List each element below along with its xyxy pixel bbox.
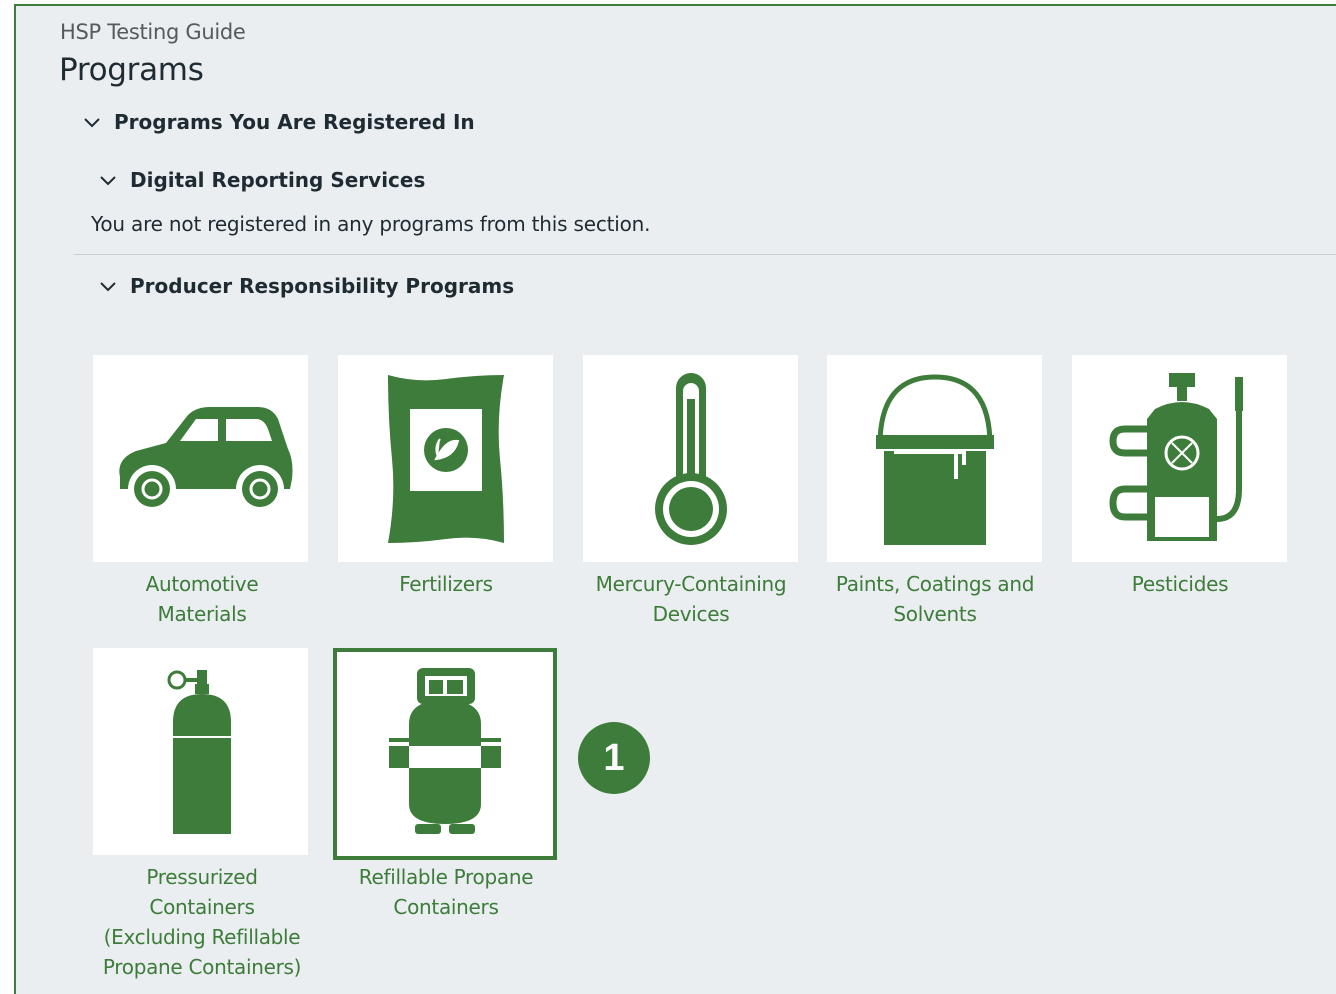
section-digital-toggle[interactable]: Digital Reporting Services: [98, 168, 425, 192]
program-label-fertilizers[interactable]: Fertilizers: [331, 569, 561, 599]
section-producer-toggle[interactable]: Producer Responsibility Programs: [98, 274, 514, 298]
step-callout-badge: 1: [578, 722, 650, 794]
page-title: Programs: [59, 52, 204, 88]
program-label-refillable-propane[interactable]: Refillable Propane Containers: [331, 862, 561, 922]
program-tile-refillable-propane[interactable]: [333, 648, 557, 860]
chevron-down-icon: [82, 115, 102, 129]
program-label-pressurized[interactable]: Pressurized Containers (Excluding Refillab…: [87, 862, 317, 982]
chevron-down-icon: [98, 279, 118, 293]
paint-can-icon: [875, 373, 994, 545]
program-tile-mercury[interactable]: [583, 355, 798, 562]
gas-cylinder-icon: [167, 669, 231, 834]
program-tile-fertilizers[interactable]: [338, 355, 553, 562]
programs-panel: HSP Testing Guide Programs Programs You …: [14, 4, 1336, 994]
section-registered-toggle[interactable]: Programs You Are Registered In: [82, 110, 475, 134]
program-label-pesticides[interactable]: Pesticides: [1065, 569, 1295, 599]
program-tile-paints[interactable]: [827, 355, 1042, 562]
chevron-down-icon: [98, 173, 118, 187]
program-label-mercury[interactable]: Mercury-Containing Devices: [576, 569, 806, 629]
pesticide-sprayer-icon: [1108, 372, 1243, 541]
propane-tank-icon: [389, 668, 501, 834]
program-tile-pressurized[interactable]: [93, 648, 308, 855]
program-tile-pesticides[interactable]: [1072, 355, 1287, 562]
breadcrumb: HSP Testing Guide: [60, 20, 246, 44]
thermometer-icon: [654, 372, 727, 545]
section-producer-label: Producer Responsibility Programs: [130, 274, 515, 298]
program-label-automotive[interactable]: Automotive Materials: [87, 569, 317, 629]
section-divider: [74, 254, 1336, 255]
program-tile-automotive[interactable]: [93, 355, 308, 562]
section-registered-label: Programs You Are Registered In: [114, 110, 475, 134]
car-icon: [118, 406, 292, 513]
program-label-paints[interactable]: Paints, Coatings and Solvents: [820, 569, 1050, 629]
no-programs-notice: You are not registered in any programs f…: [91, 212, 651, 236]
fertilizer-bag-icon: [387, 374, 504, 543]
section-digital-label: Digital Reporting Services: [130, 168, 426, 192]
